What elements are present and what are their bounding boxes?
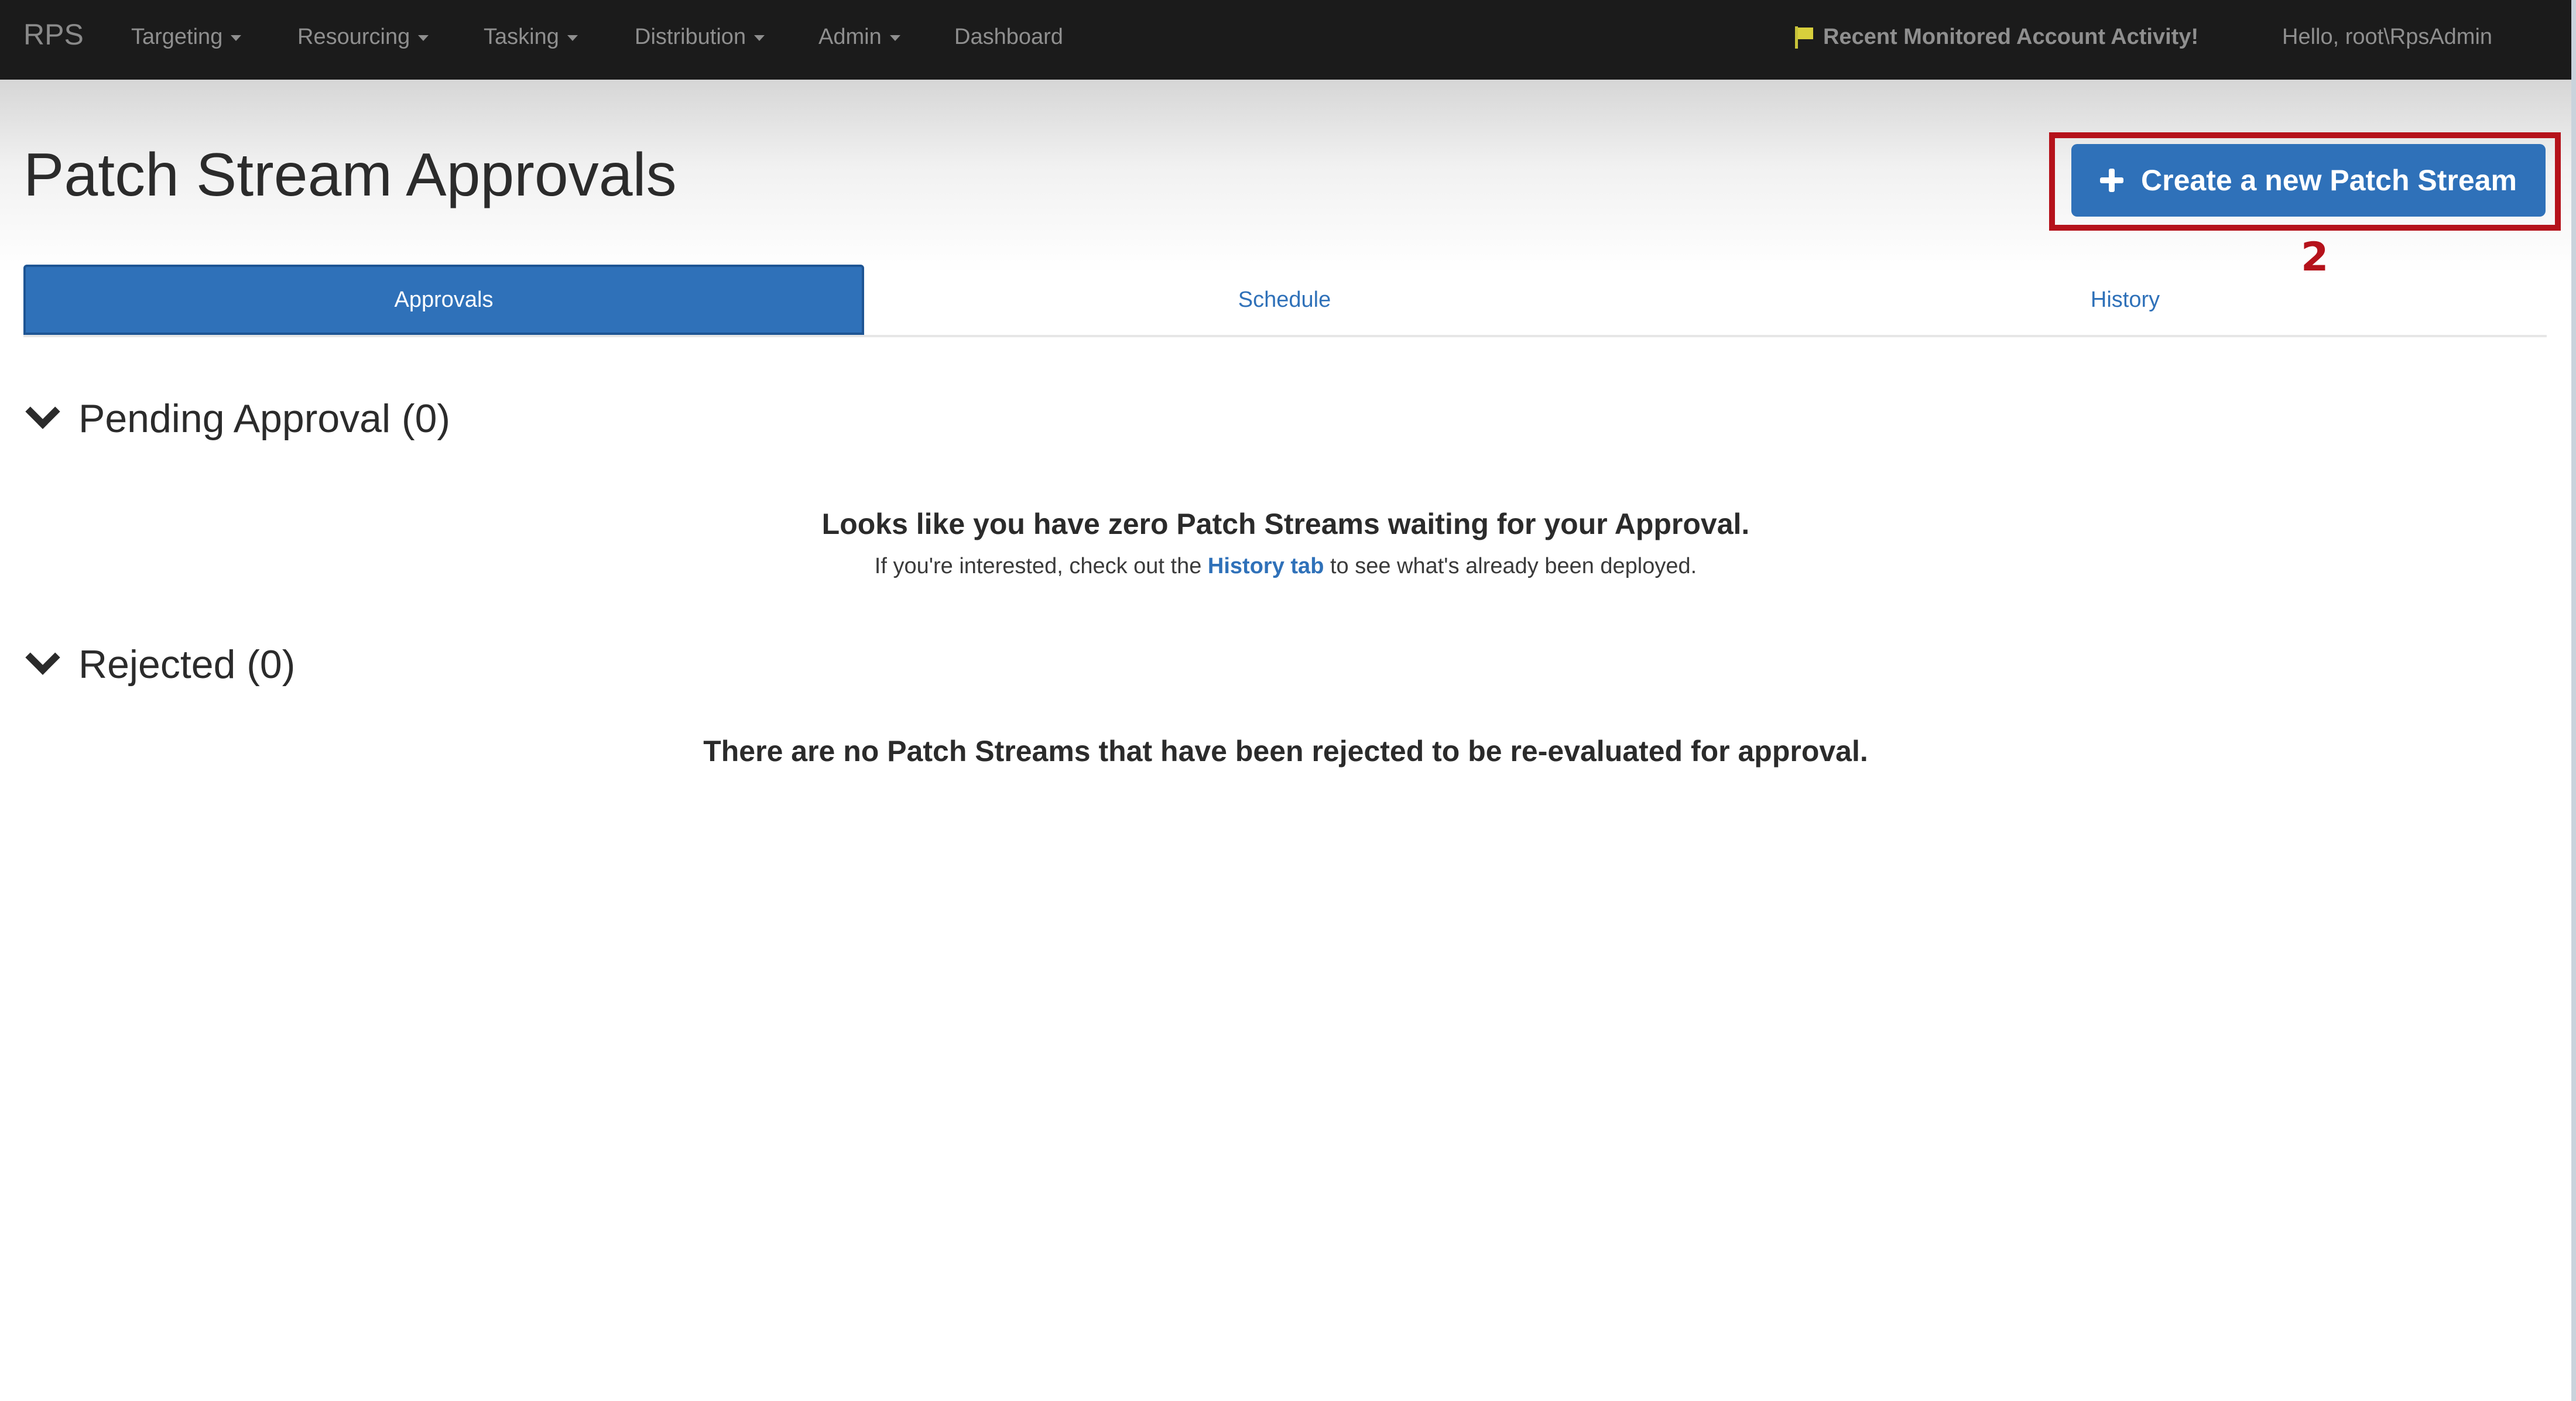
page-title: Patch Stream Approvals (23, 141, 677, 209)
caret-down-icon (231, 35, 242, 41)
pending-approval-toggle[interactable]: Pending Approval (0) (25, 394, 451, 441)
nav-resourcing-label: Resourcing (297, 25, 410, 49)
create-patch-stream-button[interactable]: Create a new Patch Stream (2071, 144, 2546, 217)
nav-admin-label: Admin (818, 25, 882, 49)
caret-down-icon (567, 35, 578, 41)
create-button-label: Create a new Patch Stream (2141, 164, 2517, 197)
tab-approvals[interactable]: Approvals (23, 265, 864, 335)
nav-tasking-label: Tasking (484, 25, 559, 49)
nav-targeting[interactable]: Targeting (131, 25, 242, 50)
app-window: RPS Targeting Resourcing Tasking Distrib… (0, 0, 2571, 1401)
rejected-heading: Rejected (0) (78, 642, 296, 687)
rejected-empty-message: There are no Patch Streams that have bee… (703, 735, 1868, 768)
caret-down-icon (754, 35, 765, 41)
nav-dashboard[interactable]: Dashboard (954, 25, 1063, 50)
nav-admin[interactable]: Admin (818, 25, 900, 50)
user-greeting[interactable]: Hello, root\RpsAdmin (2282, 25, 2492, 50)
brand-logo[interactable]: RPS (23, 18, 84, 52)
pending-hint-prefix: If you're interested, check out the (874, 554, 1202, 578)
chevron-down-icon (25, 394, 60, 429)
nav-resourcing[interactable]: Resourcing (297, 25, 429, 50)
caret-down-icon (889, 35, 900, 41)
rejected-toggle[interactable]: Rejected (0) (25, 640, 296, 687)
plus-icon (2100, 169, 2124, 192)
pending-approval-heading: Pending Approval (0) (78, 396, 451, 441)
pending-empty-message: Looks like you have zero Patch Streams w… (821, 508, 1750, 540)
nav-distribution-label: Distribution (635, 25, 746, 49)
tab-bar: Approvals Schedule History (23, 265, 2547, 337)
nav-dashboard-label: Dashboard (954, 25, 1063, 49)
chevron-down-icon (25, 640, 60, 675)
tab-schedule[interactable]: Schedule (864, 265, 1705, 335)
alert-label: Recent Monitored Account Activity! (1823, 25, 2199, 49)
tab-history[interactable]: History (1705, 265, 2546, 335)
flag-icon (1794, 26, 1814, 49)
monitored-activity-alert[interactable]: Recent Monitored Account Activity! (1794, 25, 2198, 50)
top-navbar: RPS Targeting Resourcing Tasking Distrib… (0, 0, 2571, 80)
caret-down-icon (418, 35, 429, 41)
nav-targeting-label: Targeting (131, 25, 223, 49)
nav-tasking[interactable]: Tasking (484, 25, 578, 50)
history-tab-link[interactable]: History tab (1208, 554, 1324, 578)
pending-hint-suffix: to see what's already been deployed. (1330, 554, 1697, 578)
pending-hint: If you're interested, check out the Hist… (0, 554, 2571, 579)
nav-distribution[interactable]: Distribution (635, 25, 765, 50)
window-edge (2571, 0, 2576, 1401)
